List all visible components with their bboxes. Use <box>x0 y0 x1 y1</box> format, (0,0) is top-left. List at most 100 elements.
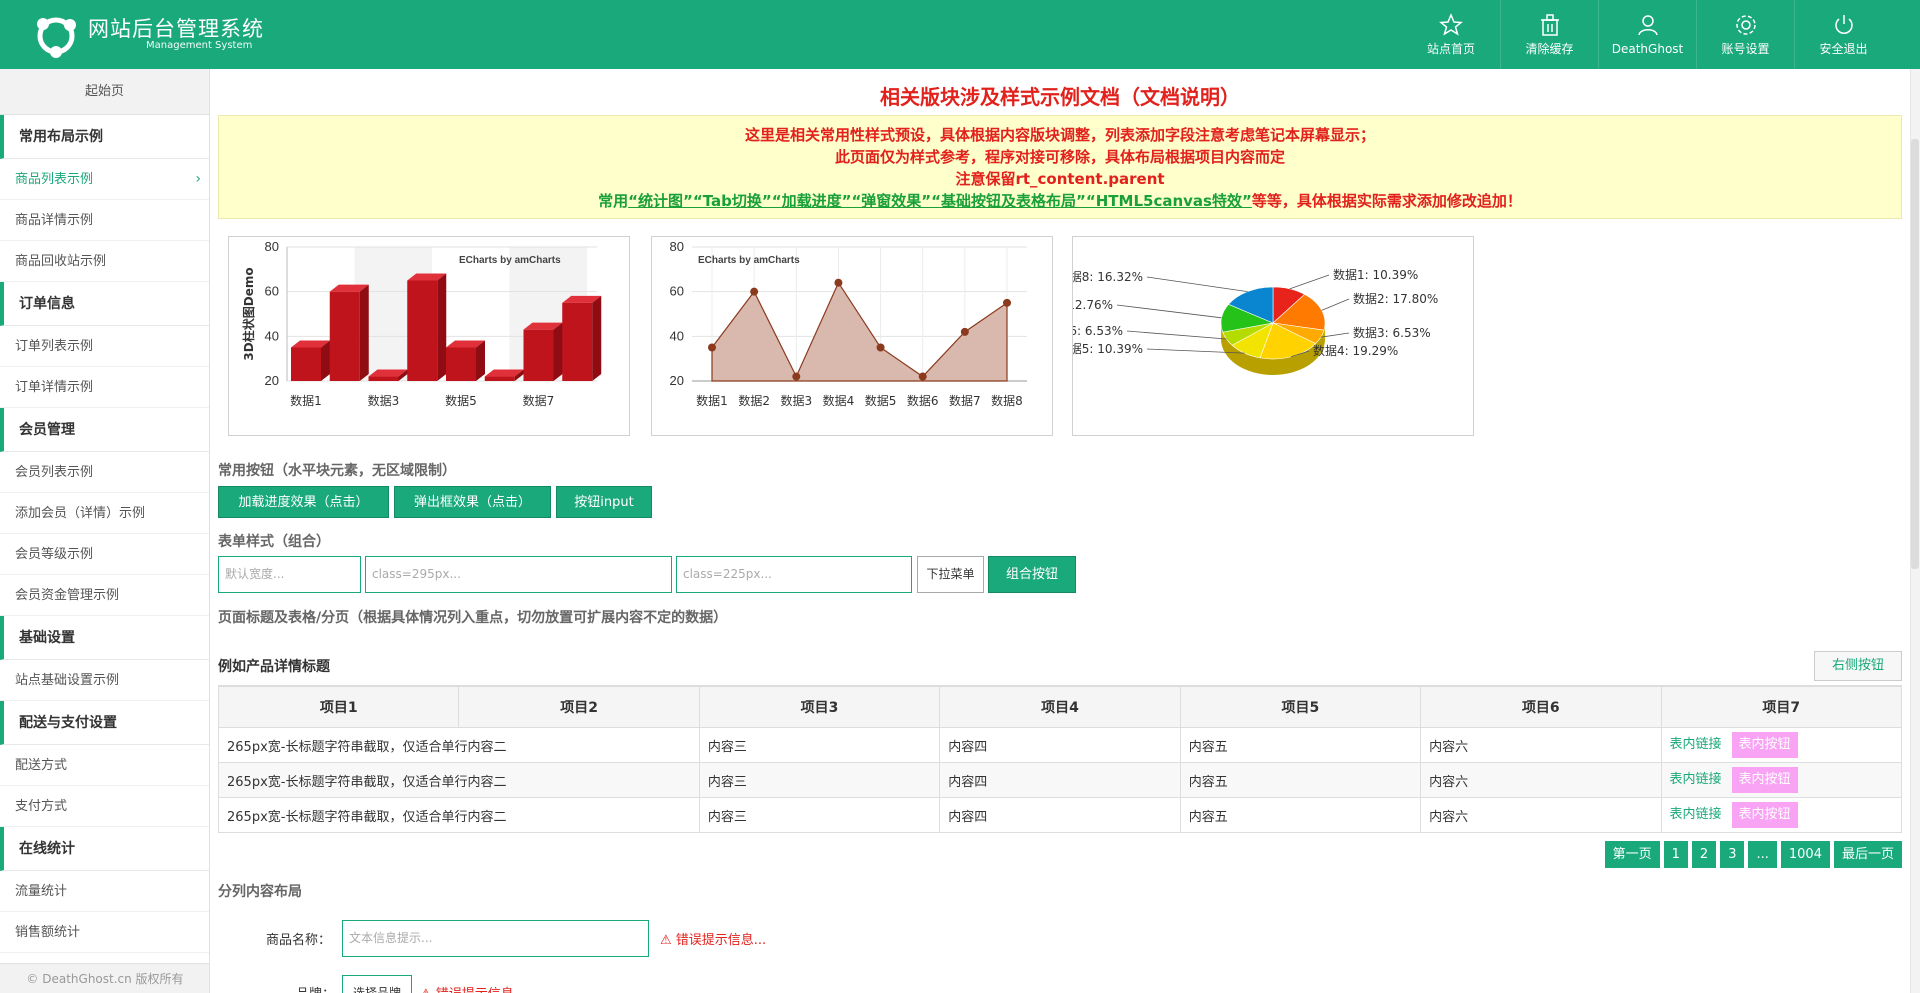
notice-links[interactable]: “统计图”“Tab切换”“加载进度”“弹窗效果”“基础按钮及表格布局”“HTML… <box>628 192 1252 210</box>
sidebar-item-order-list[interactable]: 订单列表示例 <box>0 326 209 367</box>
nav-clear-cache[interactable]: 清除缓存 <box>1500 0 1598 69</box>
sidebar-item-delivery[interactable]: 配送方式 <box>0 745 209 786</box>
pager-page[interactable]: 2 <box>1691 841 1717 868</box>
x-tick-label: 数据1 <box>696 393 728 408</box>
dropdown-select[interactable]: 下拉菜单 <box>917 556 984 593</box>
pager-first[interactable]: 第一页 <box>1604 841 1660 868</box>
popup-button[interactable]: 弹出框效果（点击） <box>394 486 551 518</box>
sidebar-item-payment[interactable]: 支付方式 <box>0 786 209 827</box>
pager-page[interactable]: 1004 <box>1780 841 1830 868</box>
brand-select[interactable]: 选择品牌 <box>342 975 412 993</box>
pie-label-line <box>1321 298 1350 311</box>
x-tick-label: 数据7 <box>523 393 555 408</box>
row-button[interactable]: 表内按钮 <box>1731 802 1798 828</box>
x-tick-label: 数据3 <box>368 393 400 408</box>
combo-button[interactable]: 组合按钮 <box>988 556 1076 593</box>
x-tick-label: 数据5 <box>445 393 477 408</box>
sidebar-group-basic-settings[interactable]: 基础设置 <box>0 616 209 660</box>
star-icon <box>1439 13 1463 36</box>
copyright-footer: © DeathGhost.cn 版权所有 <box>0 963 209 993</box>
cell-text: 内容二 <box>467 739 507 755</box>
y-tick-label: 20 <box>265 373 279 388</box>
nav-user[interactable]: DeathGhost <box>1598 0 1696 69</box>
sidebar-item-sales-stats[interactable]: 销售额统计 <box>0 912 209 953</box>
cell-text: 内容二 <box>467 774 507 790</box>
bar-side <box>437 273 447 381</box>
sidebar-item-traffic-stats[interactable]: 流量统计 <box>0 871 209 912</box>
row-link[interactable]: 表内链接 <box>1670 772 1722 787</box>
row-button[interactable]: 表内按钮 <box>1731 732 1798 758</box>
y-tick-label: 20 <box>670 373 684 388</box>
scrollbar-thumb[interactable] <box>1911 139 1919 569</box>
column-header: 项目7 <box>1660 686 1902 728</box>
bar <box>291 347 321 381</box>
x-tick-label: 数据4 <box>823 393 855 408</box>
power-icon <box>1834 15 1853 34</box>
sidebar-group-statistics[interactable]: 在线统计 <box>0 827 209 871</box>
x-tick-label: 数据7 <box>949 393 981 408</box>
sidebar-group-layout[interactable]: 常用布局示例 <box>0 115 209 159</box>
bar <box>368 376 399 381</box>
medium-input[interactable]: class=225px... <box>676 556 912 593</box>
sidebar-item-product-detail[interactable]: 商品详情示例 <box>0 200 209 241</box>
top-header: 网站后台管理系统 Management System 站点首页 清除缓存 Dea… <box>0 0 1920 69</box>
pie-label: 数据7: 12.76% <box>1073 297 1113 312</box>
scrollbar[interactable] <box>1910 69 1920 993</box>
row-link[interactable]: 表内链接 <box>1670 807 1722 822</box>
column-header: 项目2 <box>458 686 700 728</box>
bar <box>329 291 360 381</box>
sidebar-item-add-member[interactable]: 添加会员（详情）示例 <box>0 493 209 534</box>
nav-account-settings[interactable]: 账号设置 <box>1696 0 1794 69</box>
input-button[interactable]: 按钮input <box>556 486 652 518</box>
sidebar-item-label: 商品列表示例 <box>15 172 94 187</box>
table-row: 265px宽-长标题字符串截取，仅适合单行内容二 内容三 内容四 内容五 内容六… <box>218 797 1902 833</box>
wide-input[interactable]: class=295px... <box>365 556 672 593</box>
data-point <box>1003 298 1011 307</box>
y-tick-label: 60 <box>265 284 279 299</box>
table-header-row: 项目1 项目2 项目3 项目4 项目5 项目6 项目7 <box>218 686 1902 728</box>
bar <box>484 376 515 381</box>
sidebar-item-product-recycle[interactable]: 商品回收站示例 <box>0 241 209 282</box>
default-width-input[interactable]: 默认宽度... <box>218 556 361 593</box>
brand-error: ⚠ 错误提示信息... <box>420 983 526 993</box>
product-name-input[interactable]: 文本信息提示... <box>342 920 649 957</box>
sidebar-item-order-detail[interactable]: 订单详情示例 <box>0 367 209 408</box>
loading-progress-button[interactable]: 加载进度效果（点击） <box>218 486 389 518</box>
row-button[interactable]: 表内按钮 <box>1731 767 1798 793</box>
x-tick-label: 数据8 <box>991 393 1023 408</box>
pagination: 第一页 1 2 3 ... 1004 最后一页 <box>1601 841 1902 868</box>
bar-side <box>321 340 330 381</box>
table-cell: 内容五 <box>1179 727 1422 763</box>
sidebar-group-members[interactable]: 会员管理 <box>0 408 209 452</box>
notice-line-2: 此页面仅为样式参考，程序对接可移除，具体布局根据项目内容而定 <box>834 148 1285 166</box>
pie-label-line <box>1289 274 1330 290</box>
right-side-button[interactable]: 右侧按钮 <box>1814 651 1902 681</box>
sidebar-item-member-list[interactable]: 会员列表示例 <box>0 452 209 493</box>
sidebar-item-member-level[interactable]: 会员等级示例 <box>0 534 209 575</box>
sidebar-start-page[interactable]: 起始页 <box>0 69 209 115</box>
table-cell-actions: 表内链接 表内按钮 <box>1660 797 1902 833</box>
data-table: 项目1 项目2 项目3 项目4 项目5 项目6 项目7 265px宽-长标题字符… <box>218 686 1902 833</box>
pager-page[interactable]: 3 <box>1720 841 1745 868</box>
nav-home[interactable]: 站点首页 <box>1402 0 1500 69</box>
pager-ellipsis[interactable]: ... <box>1748 841 1777 868</box>
y-tick-label: 80 <box>670 239 684 254</box>
sidebar-item-member-funds[interactable]: 会员资金管理示例 <box>0 575 209 616</box>
pager-last[interactable]: 最后一页 <box>1833 841 1902 868</box>
data-point <box>960 327 969 336</box>
main-content: 相关版块涉及样式示例文档（文档说明） 这里是相关常用性样式预设，具体根据内容版块… <box>218 69 1902 993</box>
notice-box: 这里是相关常用性样式预设，具体根据内容版块调整，列表添加字段注意考虑笔记本屏幕显… <box>218 115 1902 219</box>
sidebar-group-orders[interactable]: 订单信息 <box>0 282 209 326</box>
nav-logout[interactable]: 安全退出 <box>1794 0 1892 69</box>
column-header: 项目4 <box>939 686 1181 728</box>
pie-chart: 数据1: 10.39% 数据2: 17.80% 数据3: 6.53% 数据4: 19.… <box>1073 267 1438 375</box>
x-tick-label: 数据3 <box>780 393 812 408</box>
sidebar-group-delivery-payment[interactable]: 配送与支付设置 <box>0 701 209 745</box>
pager-page[interactable]: 1 <box>1663 841 1688 868</box>
sidebar-item-product-list[interactable]: 商品列表示例 › <box>0 159 209 200</box>
bar-side <box>592 295 602 381</box>
x-tick-label: 数据1 <box>290 393 322 408</box>
sidebar-item-site-settings[interactable]: 站点基础设置示例 <box>0 660 209 701</box>
row-link[interactable]: 表内链接 <box>1670 737 1722 752</box>
table-cell-actions: 表内链接 表内按钮 <box>1660 762 1902 798</box>
